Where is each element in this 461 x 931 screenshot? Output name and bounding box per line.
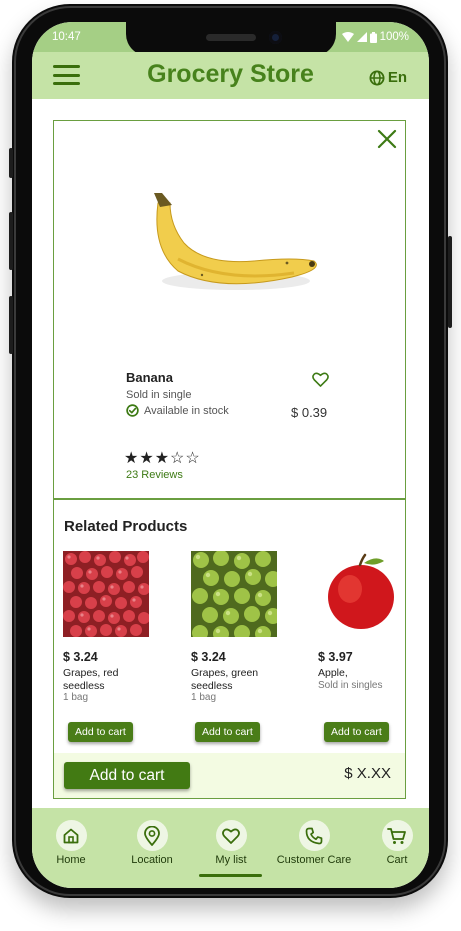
home-icon xyxy=(55,820,87,851)
add-to-cart-button[interactable]: Add to cart xyxy=(195,722,260,742)
related-unit: Sold in singles xyxy=(318,679,383,691)
tab-label: My list xyxy=(215,854,247,866)
tab-my-list[interactable]: My list xyxy=(191,820,271,866)
related-product-card[interactable]: $ 3.24 Grapes, green seedless 1 bag xyxy=(191,550,281,704)
product-price: $ 0.39 xyxy=(291,405,328,420)
green-grapes-image xyxy=(191,550,281,642)
section-divider xyxy=(54,498,405,500)
stock-status: Available in stock xyxy=(126,404,229,417)
related-unit: 1 bag xyxy=(63,692,89,703)
cart-total: $ X.XX xyxy=(344,765,391,782)
product-name: Banana xyxy=(126,370,173,385)
related-product-card[interactable]: $ 3.24 Grapes, red seedless 1 bag xyxy=(63,551,153,704)
related-price: $ 3.24 xyxy=(63,650,98,664)
product-sale-unit: Sold in single xyxy=(126,389,192,401)
tab-customer-care[interactable]: Customer Care xyxy=(274,820,354,866)
battery-percent: 100% xyxy=(379,31,409,43)
related-product-card[interactable]: $ 3.97 Apple, Sold in singles xyxy=(318,551,408,692)
add-to-cart-main-button[interactable]: Add to cart xyxy=(64,762,190,789)
tab-label: Customer Care xyxy=(276,854,352,866)
tab-cart[interactable]: Cart xyxy=(357,820,429,866)
volume-down-button xyxy=(9,296,13,354)
close-icon[interactable] xyxy=(377,129,397,149)
location-pin-icon xyxy=(136,820,168,851)
red-grapes-image xyxy=(63,551,150,637)
stock-label: Available in stock xyxy=(144,404,229,417)
tab-label: Home xyxy=(56,854,86,866)
related-unit: 1 bag xyxy=(191,692,217,703)
add-to-cart-button[interactable]: Add to cart xyxy=(68,722,133,742)
speaker-grille xyxy=(206,34,256,41)
heart-icon xyxy=(215,820,247,851)
banana-image xyxy=(154,193,317,290)
app-header: Grocery Store En xyxy=(32,52,429,99)
language-label: En xyxy=(387,69,407,86)
bottom-nav: Home Location My list Customer Care Cart xyxy=(32,808,429,888)
add-to-cart-button[interactable]: Add to cart xyxy=(324,722,389,742)
phone-icon xyxy=(298,820,330,851)
cart-summary-bar: Add to cart $ X.XX xyxy=(54,753,405,798)
related-products-title: Related Products xyxy=(64,518,188,535)
signal-icon xyxy=(356,32,367,42)
check-circle-icon xyxy=(126,404,139,417)
volume-up-button xyxy=(9,212,13,270)
front-camera xyxy=(269,31,282,44)
related-price: $ 3.97 xyxy=(318,650,353,664)
language-selector[interactable]: En xyxy=(369,69,407,86)
related-name: Grapes, red seedless xyxy=(63,667,119,692)
silent-switch xyxy=(9,148,13,178)
power-button xyxy=(448,236,452,328)
related-price: $ 3.24 xyxy=(191,650,226,664)
active-tab-indicator xyxy=(199,874,262,877)
reviews-link[interactable]: 23 Reviews xyxy=(126,469,183,481)
tab-label: Cart xyxy=(386,854,408,866)
tab-home[interactable]: Home xyxy=(32,820,111,866)
tab-label: Location xyxy=(131,854,173,866)
related-name: Apple, xyxy=(318,667,348,679)
app-screen: 10:47 100% Grocery Store En Banana Sold … xyxy=(32,22,429,888)
heart-icon[interactable] xyxy=(312,372,329,387)
status-time: 10:47 xyxy=(52,31,81,43)
product-detail-card: Banana Sold in single Available in stock… xyxy=(53,120,406,799)
related-name: Grapes, green seedless xyxy=(191,667,259,692)
rating-stars: ★★★☆☆ xyxy=(124,450,201,467)
tab-location[interactable]: Location xyxy=(112,820,192,866)
globe-icon xyxy=(369,70,385,85)
cart-icon xyxy=(381,820,413,851)
apple-image xyxy=(328,553,394,629)
wifi-icon xyxy=(341,32,354,42)
battery-icon xyxy=(369,31,377,43)
camera-notch xyxy=(126,22,336,56)
status-indicators: 100% xyxy=(341,31,409,43)
